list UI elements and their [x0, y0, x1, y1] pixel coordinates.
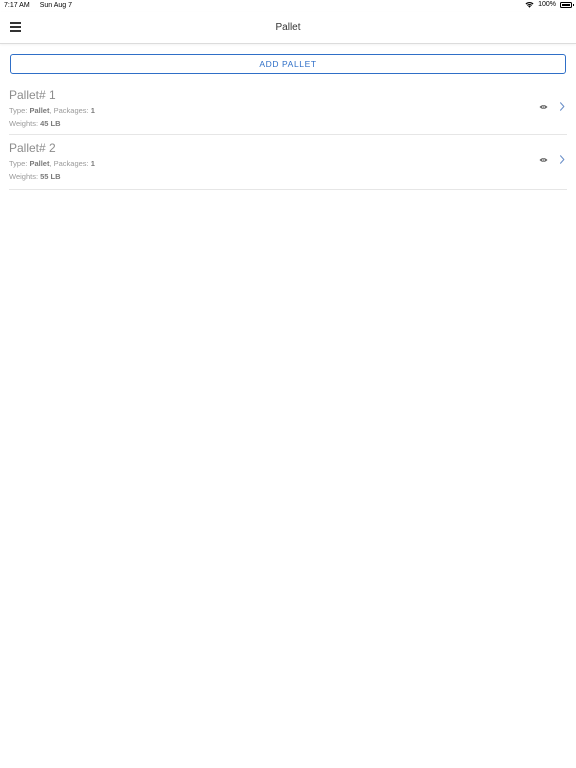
list-item[interactable]: Pallet# 1 Type: Pallet, Packages: 1 Weig… [9, 82, 567, 135]
status-left: 7:17 AM Sun Aug 7 [4, 2, 72, 9]
packages-label: , Packages: [49, 159, 91, 168]
status-date: Sun Aug 7 [39, 2, 72, 9]
status-right: 100% [525, 1, 574, 8]
chevron-right-icon[interactable] [559, 155, 565, 164]
nav-bar: Pallet [0, 12, 576, 44]
packages-value: 1 [90, 106, 95, 115]
weights-value: 55 LB [40, 172, 61, 181]
status-bar: 7:17 AM Sun Aug 7 100% [0, 0, 576, 12]
weights-value: 45 LB [40, 119, 61, 128]
type-label: Type: [9, 159, 30, 168]
battery-percent: 100% [538, 1, 556, 8]
wifi-icon [525, 1, 534, 8]
pallet-weight-line: Weights: 45 LB [9, 119, 61, 128]
pallet-title: Pallet# 2 [9, 141, 56, 155]
chevron-right-icon[interactable] [559, 102, 565, 111]
pallet-weight-line: Weights: 55 LB [9, 172, 61, 181]
type-value: Pallet [29, 159, 50, 168]
packages-value: 1 [90, 159, 95, 168]
pallet-title: Pallet# 1 [9, 88, 56, 102]
add-pallet-button[interactable]: ADD PALLET [10, 54, 566, 74]
weights-label: Weights: [9, 119, 41, 128]
status-time: 7:17 AM [4, 2, 30, 9]
list-item[interactable]: Pallet# 2 Type: Pallet, Packages: 1 Weig… [9, 135, 567, 190]
page-title: Pallet [275, 22, 301, 33]
pallet-type-line: Type: Pallet, Packages: 1 [9, 159, 95, 168]
battery-icon [560, 1, 574, 8]
weights-label: Weights: [9, 172, 41, 181]
type-label: Type: [9, 106, 30, 115]
pallet-list: Pallet# 1 Type: Pallet, Packages: 1 Weig… [9, 82, 567, 190]
pallet-type-line: Type: Pallet, Packages: 1 [9, 106, 95, 115]
packages-label: , Packages: [49, 106, 91, 115]
eye-icon[interactable] [539, 104, 548, 110]
hamburger-menu-icon[interactable] [7, 19, 25, 35]
eye-icon[interactable] [539, 157, 548, 163]
type-value: Pallet [29, 106, 50, 115]
